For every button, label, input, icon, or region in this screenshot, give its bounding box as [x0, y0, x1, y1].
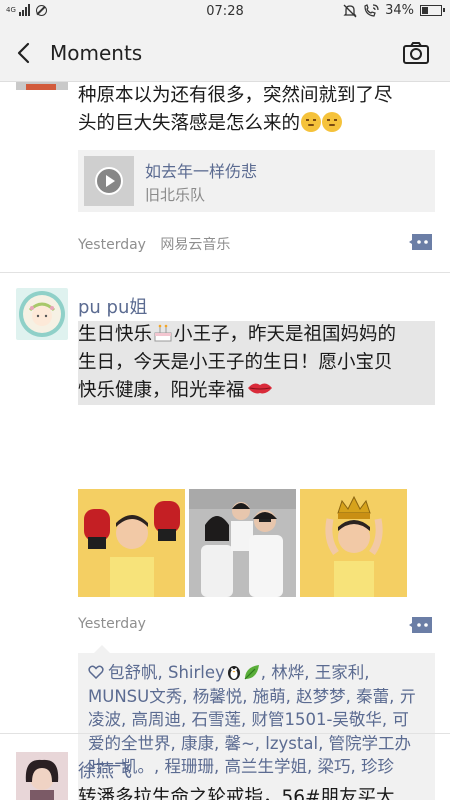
moment-post: 徐燕飞 转潘多拉生命之轮戒指，56#朋友买大 [0, 734, 450, 800]
moment-post: pu pu姐 生日快乐 小王子，昨天是祖国妈妈的 生日，今天是小王子的生日！愿小宝… [0, 273, 450, 800]
post-meta: Yesterday 网易云音乐 [78, 234, 230, 254]
back-arrow-icon[interactable] [14, 41, 36, 65]
avatar[interactable] [16, 288, 68, 340]
author-name[interactable]: pu pu姐 [78, 293, 147, 319]
status-right: 34% [343, 3, 445, 18]
moment-post: 大 种原本以为还有很多，突然间就到了尽 头的巨大失落感是怎么来的 如去年一样伤悲… [0, 82, 450, 272]
leaf-emoji-icon [244, 665, 259, 680]
post-time: Yesterday [78, 616, 146, 632]
album-thumbnail [84, 156, 134, 206]
battery-percent: 34% [385, 3, 414, 18]
battery-icon [420, 5, 445, 16]
photo-thumbnail[interactable] [78, 489, 185, 597]
post-text: 转潘多拉生命之轮戒指，56#朋友买大 [78, 787, 395, 800]
lips-emoji-icon [247, 383, 272, 394]
post-text: 生日快乐 小王子，昨天是祖国妈妈的 生日，今天是小王子的生日！愿小宝贝 快乐健康，… [78, 321, 435, 405]
music-share-card[interactable]: 如去年一样伤悲 旧北乐队 [78, 150, 435, 212]
music-artist: 旧北乐队 [145, 186, 206, 204]
post-time: Yesterday [78, 237, 146, 253]
page-title: Moments [50, 41, 143, 65]
author-name[interactable]: 徐燕飞 [78, 757, 132, 783]
photo-grid [78, 489, 438, 597]
nav-bar: Moments [0, 24, 450, 82]
avatar[interactable] [16, 82, 68, 90]
cake-emoji-icon [154, 324, 172, 342]
heart-icon [88, 665, 104, 679]
music-title: 如去年一样伤悲 [145, 162, 258, 181]
liker-names[interactable]: 包舒帆, Shirley [108, 663, 225, 682]
play-icon [95, 167, 123, 195]
embarrassed-emoji-icon [301, 112, 322, 132]
penguin-emoji-icon [227, 666, 240, 680]
photo-thumbnail[interactable] [300, 489, 407, 597]
mute-bell-icon [343, 4, 357, 17]
comment-button[interactable] [408, 232, 434, 252]
status-bar: 4G 07:28 34% [0, 0, 450, 24]
post-source: 网易云音乐 [160, 237, 231, 253]
embarrassed-emoji-icon [322, 112, 343, 132]
camera-icon[interactable] [402, 41, 430, 65]
battery-level [422, 7, 429, 14]
moments-feed[interactable]: 大 种原本以为还有很多，突然间就到了尽 头的巨大失落感是怎么来的 如去年一样伤悲… [0, 82, 450, 800]
comment-button[interactable] [408, 615, 434, 635]
photo-thumbnail[interactable] [189, 489, 296, 597]
wifi-call-icon [364, 3, 379, 17]
post-text: 大 种原本以为还有很多，突然间就到了尽 头的巨大失落感是怎么来的 [78, 85, 393, 134]
post-meta: Yesterday [78, 616, 146, 632]
avatar[interactable] [16, 752, 68, 800]
